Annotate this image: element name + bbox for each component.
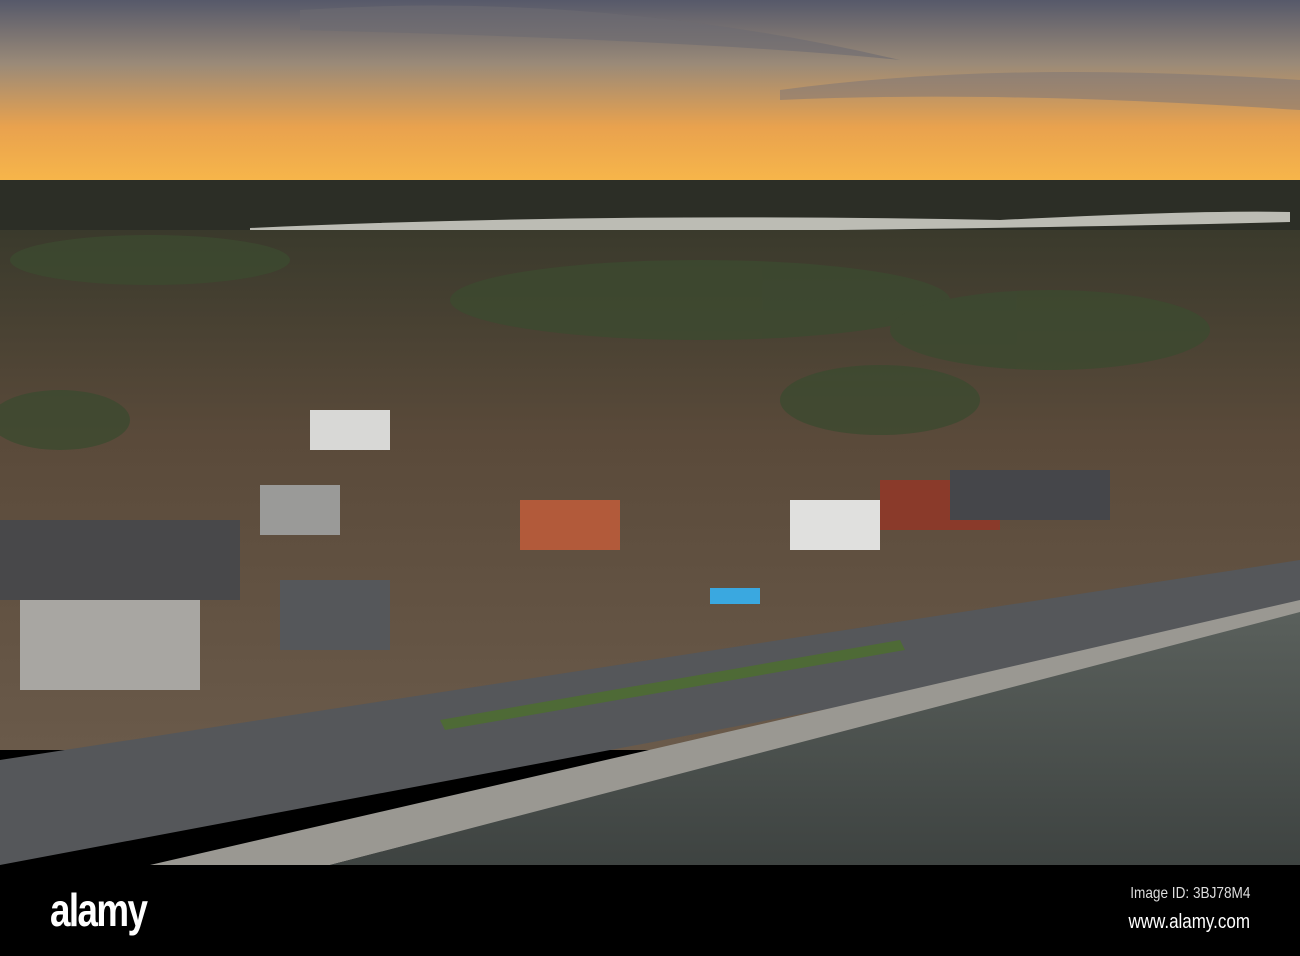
alamy-logo: alamy (50, 884, 148, 936)
image-id: Image ID: 3BJ78M4 (1129, 885, 1250, 902)
aerial-photo (0, 0, 1300, 865)
page: alamy Image ID: 3BJ78M4 www.alamy.com (0, 0, 1300, 956)
website-link[interactable]: www.alamy.com (1128, 911, 1250, 934)
watermark-footer: alamy Image ID: 3BJ78M4 www.alamy.com (0, 865, 1300, 956)
